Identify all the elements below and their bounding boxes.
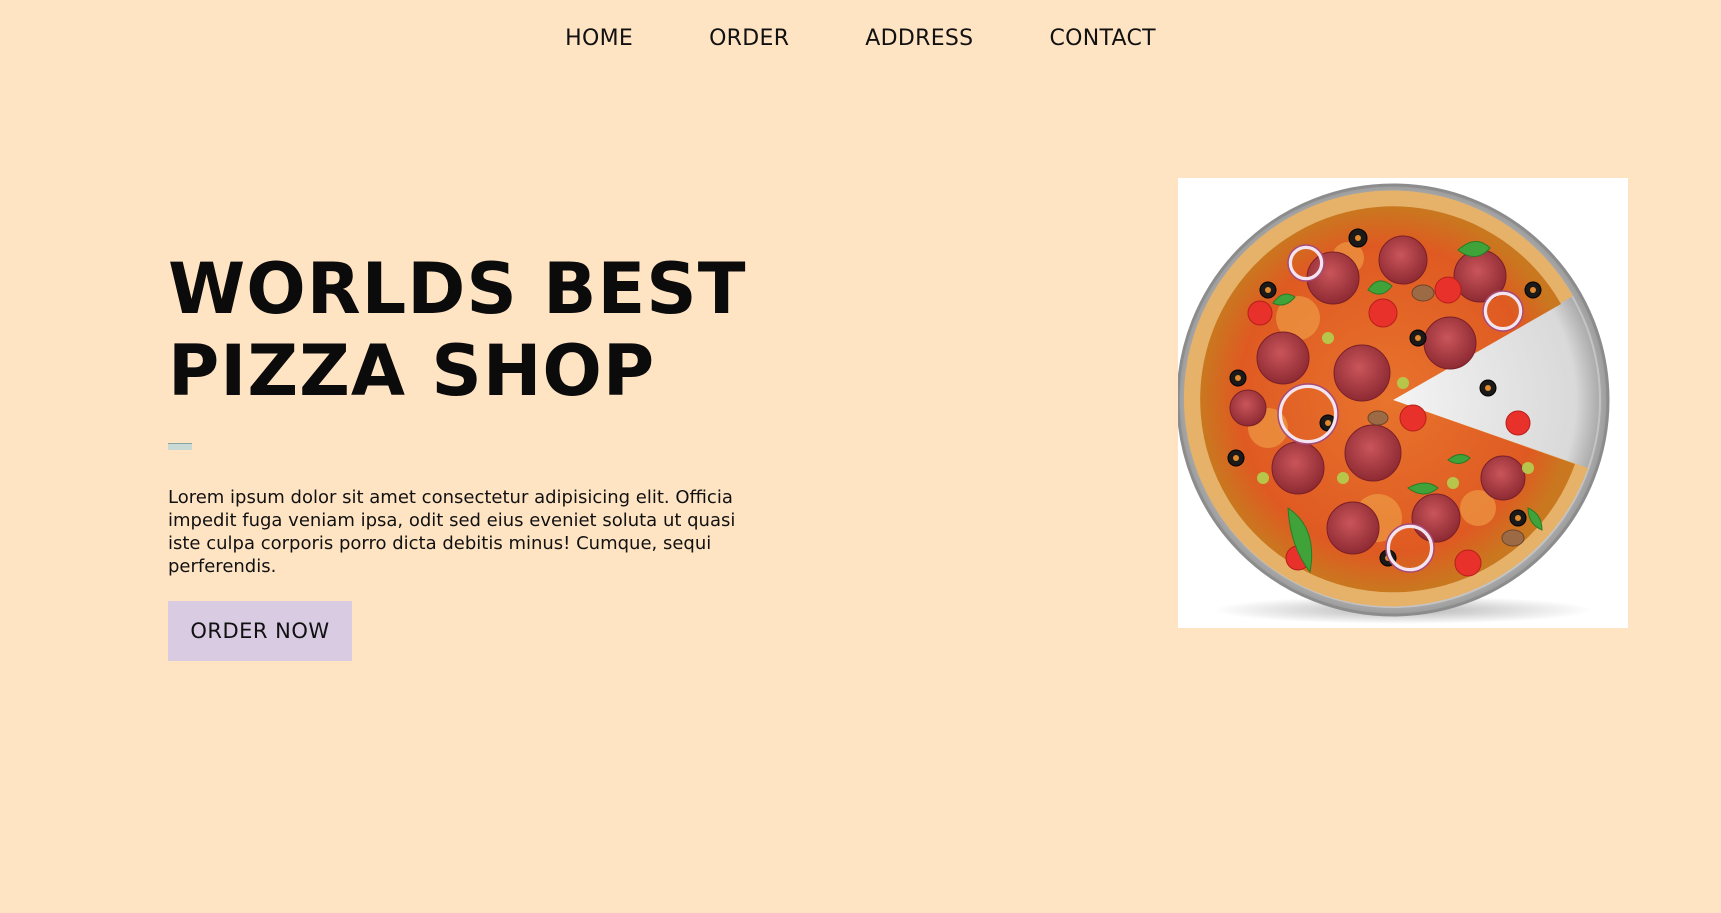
pizza-image <box>1178 178 1628 628</box>
pizza-illustration <box>1178 183 1610 624</box>
nav-link-contact[interactable]: CONTACT <box>1011 22 1193 56</box>
main-nav: HOME ORDER ADDRESS CONTACT <box>0 22 1721 56</box>
nav-link-order[interactable]: ORDER <box>671 22 827 56</box>
nav-link-home[interactable]: HOME <box>527 22 671 56</box>
nav-link-address[interactable]: ADDRESS <box>827 22 1011 56</box>
order-now-button[interactable]: ORDER NOW <box>168 601 352 661</box>
hero-title: WORLDS BEST PIZZA SHOP <box>168 248 746 412</box>
title-divider <box>168 443 192 450</box>
hero-title-line-1: WORLDS BEST <box>168 248 747 330</box>
hero-title-line-2: PIZZA SHOP <box>168 330 656 412</box>
hero-description: Lorem ipsum dolor sit amet consectetur a… <box>168 487 736 577</box>
